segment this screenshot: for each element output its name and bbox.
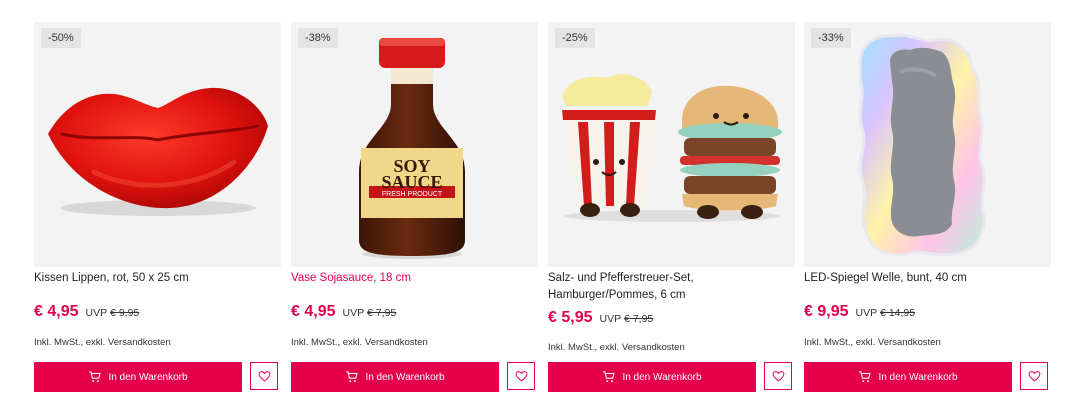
wishlist-button[interactable] <box>507 362 535 390</box>
add-to-cart-button[interactable]: In den Warenkorb <box>548 362 756 392</box>
wishlist-button[interactable] <box>250 362 278 390</box>
price-row: € 4,95 UVP € 9,95 <box>34 303 139 321</box>
uvp-label: UVP <box>855 307 878 319</box>
old-price: € 7,95 <box>367 307 397 319</box>
led-mirror-image <box>858 33 986 257</box>
wishlist-button[interactable] <box>1020 362 1048 390</box>
discount-badge: -25% <box>555 28 595 48</box>
product-card: -50% Kissen Lippen, rot, 50 x 25 cm € 4,… <box>34 22 281 392</box>
add-to-cart-label: In den Warenkorb <box>622 371 702 383</box>
product-card: SOY SAUCE FRESH PRODUCT -38% Vase Sojasa… <box>291 22 538 392</box>
add-to-cart-label: In den Warenkorb <box>878 371 958 383</box>
current-price: € 4,95 <box>291 303 336 320</box>
price-row: € 9,95 UVP € 14,95 <box>804 303 915 321</box>
heart-icon <box>515 370 527 381</box>
uvp-label: UVP <box>599 313 622 325</box>
soy-sauce-vase-image: SOY SAUCE FRESH PRODUCT <box>359 38 465 259</box>
price-row: € 5,95 UVP € 7,95 <box>548 309 653 327</box>
old-price: € 14,95 <box>880 307 916 319</box>
current-price: € 4,95 <box>34 303 79 320</box>
discount-badge: -33% <box>811 28 851 48</box>
wishlist-button[interactable] <box>764 362 792 390</box>
heart-icon <box>258 370 270 381</box>
product-title[interactable]: Vase Sojasauce, 18 cm <box>291 270 531 287</box>
vase-label-line3: FRESH PRODUCT <box>382 191 443 198</box>
add-to-cart-button[interactable]: In den Warenkorb <box>291 362 499 392</box>
add-to-cart-label: In den Warenkorb <box>365 371 445 383</box>
old-price: € 9,95 <box>110 307 140 319</box>
cart-icon <box>859 371 871 383</box>
vat-note: Inkl. MwSt., exkl. Versandkosten <box>34 337 171 348</box>
product-card: -33% LED-Spiegel Welle, bunt, 40 cm € 9,… <box>804 22 1051 392</box>
heart-icon <box>772 370 784 381</box>
old-price: € 7,95 <box>624 313 654 325</box>
discount-badge: -38% <box>298 28 338 48</box>
product-image[interactable]: -50% <box>34 22 281 267</box>
product-title[interactable]: Kissen Lippen, rot, 50 x 25 cm <box>34 270 274 287</box>
product-title[interactable]: LED-Spiegel Welle, bunt, 40 cm <box>804 270 1044 287</box>
vase-label-line2: SAUCE <box>381 172 442 192</box>
current-price: € 9,95 <box>804 303 849 320</box>
vat-note: Inkl. MwSt., exkl. Versandkosten <box>291 337 428 348</box>
product-grid: -50% Kissen Lippen, rot, 50 x 25 cm € 4,… <box>0 0 1077 400</box>
uvp-label: UVP <box>342 307 365 319</box>
uvp-label: UVP <box>85 307 108 319</box>
lips-pillow-image <box>48 87 268 216</box>
discount-badge: -50% <box>41 28 81 48</box>
product-card: -25% Salz- und Pfefferstreuer-Set, Hambu… <box>548 22 795 392</box>
price-row: € 4,95 UVP € 7,95 <box>291 303 396 321</box>
cart-icon <box>603 371 615 383</box>
product-title[interactable]: Salz- und Pfefferstreuer-Set, Hamburger/… <box>548 270 788 303</box>
cart-icon <box>346 371 358 383</box>
cart-icon <box>89 371 101 383</box>
product-image[interactable]: -33% <box>804 22 1051 267</box>
heart-icon <box>1028 370 1040 381</box>
product-image[interactable]: -25% <box>548 22 795 267</box>
vat-note: Inkl. MwSt., exkl. Versandkosten <box>804 337 941 348</box>
add-to-cart-button[interactable]: In den Warenkorb <box>34 362 242 392</box>
vat-note: Inkl. MwSt., exkl. Versandkosten <box>548 342 685 353</box>
add-to-cart-button[interactable]: In den Warenkorb <box>804 362 1012 392</box>
add-to-cart-label: In den Warenkorb <box>108 371 188 383</box>
current-price: € 5,95 <box>548 309 593 326</box>
salt-pepper-set-image <box>562 74 782 222</box>
product-image[interactable]: SOY SAUCE FRESH PRODUCT -38% <box>291 22 538 267</box>
